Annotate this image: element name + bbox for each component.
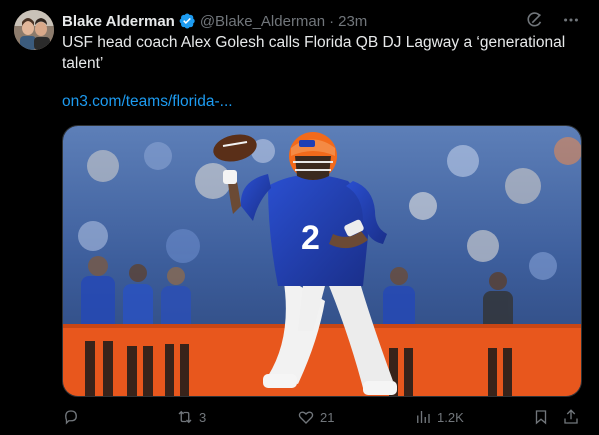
tweet-card[interactable]: Blake Alderman @Blake_Alderman · 23m USF… xyxy=(0,0,599,435)
bookmark-icon xyxy=(535,410,547,425)
avatar[interactable] xyxy=(14,10,54,50)
header-separator: · xyxy=(329,12,335,30)
reply-button[interactable] xyxy=(62,408,85,426)
views-icon xyxy=(417,411,430,423)
views-count: 1.2K xyxy=(437,409,464,425)
grok-icon[interactable] xyxy=(525,10,545,30)
views-button[interactable]: 1.2K xyxy=(414,408,464,426)
action-bar: 3 21 1.2K xyxy=(62,408,582,428)
like-button[interactable]: 21 xyxy=(297,408,334,426)
author-name[interactable]: Blake Alderman xyxy=(62,13,175,30)
media-photo: 2 xyxy=(63,126,581,396)
jersey-number: 2 xyxy=(301,219,320,257)
tweet-media[interactable]: 2 xyxy=(62,125,582,397)
retweet-icon xyxy=(178,410,192,424)
retweet-button[interactable]: 3 xyxy=(176,408,206,426)
avatar-image xyxy=(14,10,54,50)
reply-icon xyxy=(65,410,77,425)
tweet-text: USF head coach Alex Golesh calls Florida… xyxy=(62,34,566,72)
verified-badge-icon xyxy=(179,13,195,29)
share-button[interactable] xyxy=(562,408,580,426)
article-link[interactable]: on3.com/teams/florida-... xyxy=(62,93,233,111)
share-icon xyxy=(564,409,578,424)
more-icon[interactable] xyxy=(561,10,581,30)
like-count: 21 xyxy=(320,409,335,425)
like-icon xyxy=(298,411,314,424)
tweet-header: Blake Alderman @Blake_Alderman · 23m xyxy=(62,11,367,31)
retweet-count: 3 xyxy=(199,409,207,425)
author-handle[interactable]: @Blake_Alderman xyxy=(200,13,325,30)
timestamp[interactable]: 23m xyxy=(338,13,367,30)
top-actions xyxy=(525,10,581,30)
bookmark-button[interactable] xyxy=(532,408,550,426)
